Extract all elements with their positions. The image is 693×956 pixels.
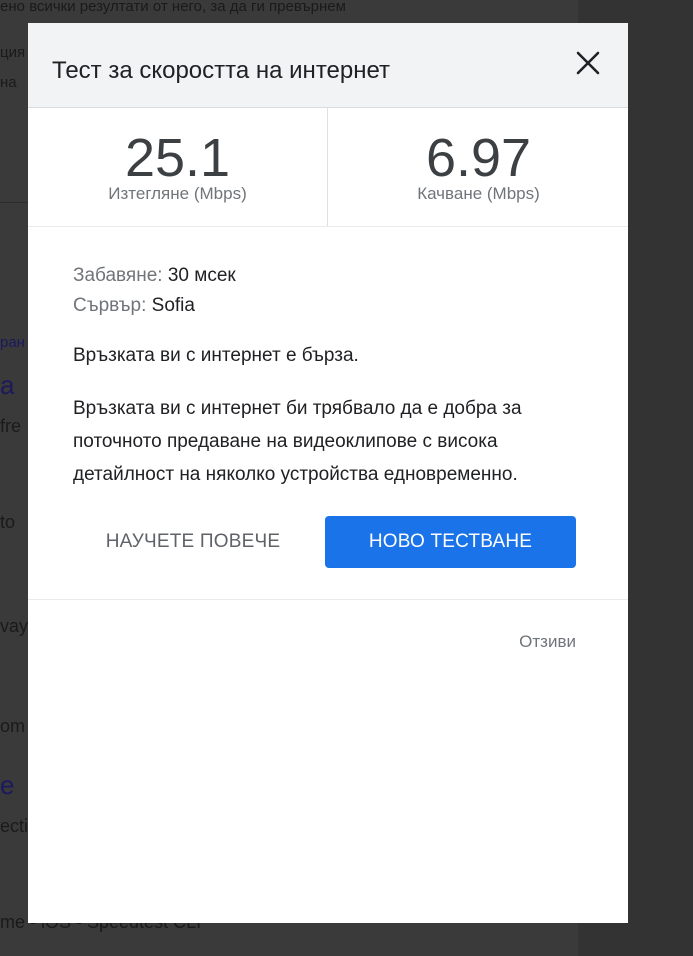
server-row: Сървър: Sofia <box>73 291 236 321</box>
dialog-header: Тест за скоростта на интернет <box>28 23 628 108</box>
upload-value: 6.97 <box>425 128 532 188</box>
speed-description: Връзката ви с интернет би трябвало да е … <box>73 398 522 485</box>
dialog-divider <box>28 599 628 600</box>
latency-value: 30 мсек <box>167 265 236 286</box>
background-text: ecti <box>0 816 29 836</box>
background-text: om <box>0 716 26 736</box>
speed-summary: Връзката ви с интернет е бърза. <box>73 345 359 366</box>
background-text: fre <box>0 416 22 436</box>
background-text: to <box>0 512 16 532</box>
feedback-link[interactable]: Отзиви <box>519 632 576 652</box>
background-text: ция <box>0 44 26 61</box>
background-text: ран <box>0 334 25 351</box>
download-result: 25.1 Изтегляне (Mbps) <box>28 108 327 226</box>
background-link: e <box>0 770 15 800</box>
results-panel: 25.1 Изтегляне (Mbps) 6.97 Качване (Mbps… <box>28 108 628 227</box>
server-value: Sofia <box>151 295 195 316</box>
background-text: ено всички резултати от него, за да ги п… <box>0 0 346 15</box>
background-text: vay <box>0 616 29 636</box>
download-value: 25.1 <box>124 128 231 188</box>
retest-button[interactable]: НОВО ТЕСТВАНЕ <box>325 516 576 568</box>
background-link: a <box>0 370 15 400</box>
results-divider <box>327 108 328 226</box>
latency-label: Забавяне: <box>73 265 163 286</box>
upload-result: 6.97 Качване (Mbps) <box>329 108 628 226</box>
close-icon <box>576 51 600 75</box>
download-label: Изтегляне (Mbps) <box>108 184 247 203</box>
upload-label: Качване (Mbps) <box>417 184 540 203</box>
speed-test-dialog: Тест за скоростта на интернет 25.1 Изтег… <box>28 23 628 923</box>
close-button[interactable] <box>570 45 606 81</box>
server-label: Сървър: <box>73 295 147 316</box>
background-text: на <box>0 74 17 91</box>
latency-row: Забавяне: 30 мсек <box>73 261 236 291</box>
learn-more-button[interactable]: НАУЧЕТЕ ПОВЕЧЕ <box>78 516 308 568</box>
connection-details: Забавяне: 30 мсек Сървър: Sofia <box>73 261 236 321</box>
dialog-title: Тест за скоростта на интернет <box>52 57 391 84</box>
